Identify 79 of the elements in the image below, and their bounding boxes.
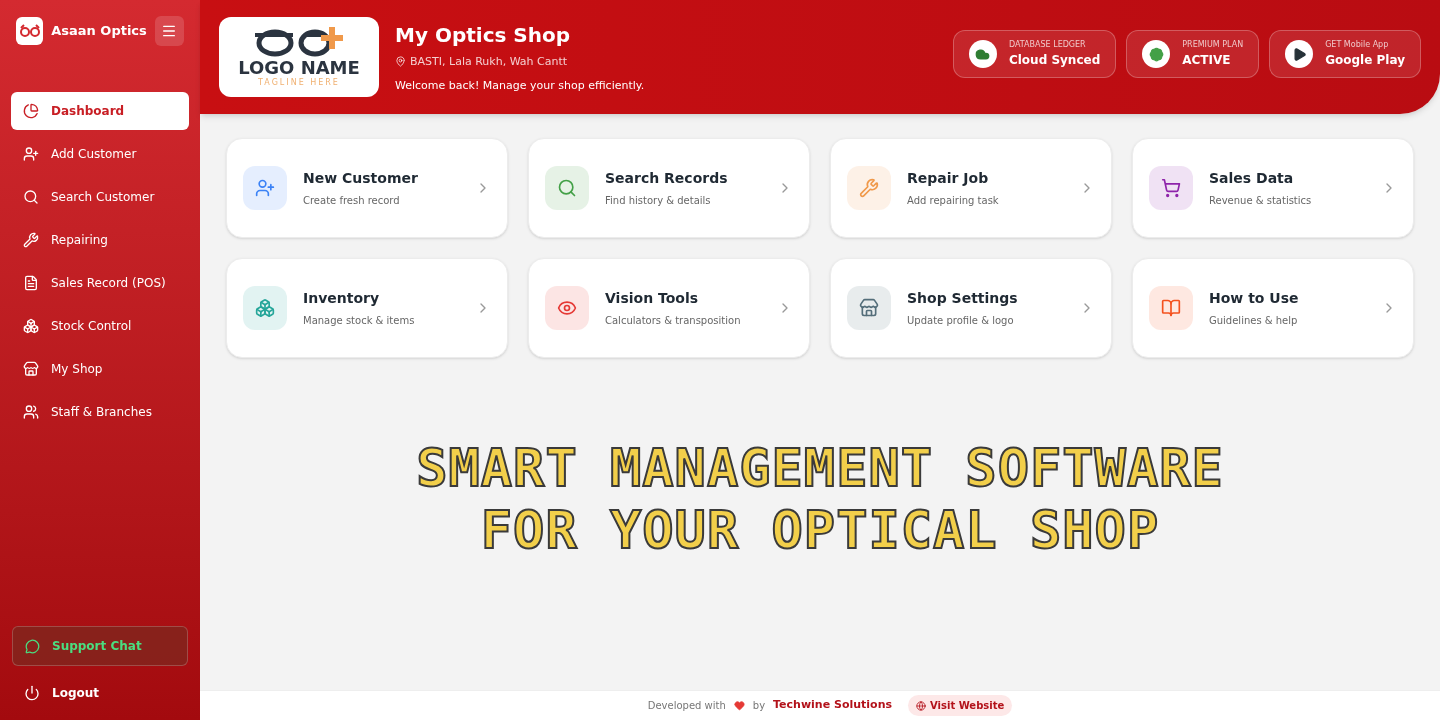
status-badge[interactable]: GET Mobile App Google Play	[1269, 30, 1421, 78]
action-card[interactable]: Sales Data Revenue & statistics	[1132, 138, 1414, 238]
action-card[interactable]: Search Records Find history & details	[528, 138, 810, 238]
nav-item[interactable]: Repairing	[11, 221, 189, 259]
card-title: Search Records	[605, 169, 729, 188]
badge-label: PREMIUM PLAN	[1182, 39, 1244, 51]
promo-headline: FOR YOUR OPTICAL SHOP	[480, 499, 1160, 561]
credit-text: Developed with	[647, 699, 726, 713]
brand-name: Asaan Optics	[51, 22, 147, 41]
card-title: How to Use	[1209, 289, 1300, 308]
menu-button[interactable]	[154, 16, 184, 46]
nav-item[interactable]: Sales Record (POS)	[11, 264, 189, 302]
card-title: New Customer	[303, 169, 419, 188]
card-subtitle: Find history & details	[605, 194, 712, 208]
card-title: Repair Job	[907, 169, 990, 188]
chat-icon	[25, 638, 40, 654]
power-icon	[24, 685, 40, 701]
location-pin-icon	[395, 56, 406, 68]
document-icon	[23, 275, 39, 291]
badge-value: Cloud Synced	[1008, 52, 1101, 69]
wrench-icon	[847, 166, 891, 210]
shop-title: My Optics Shop	[395, 21, 572, 49]
card-subtitle: Calculators & transposition	[605, 314, 742, 328]
nav-item[interactable]: Stock Control	[11, 307, 189, 345]
logo-tagline: TAGLINE HERE	[258, 77, 340, 89]
support-chat-button[interactable]: Support Chat	[12, 626, 188, 666]
boxes-icon	[23, 318, 39, 334]
store-icon	[23, 361, 39, 377]
users-icon	[23, 404, 39, 420]
action-card[interactable]: Repair Job Add repairing task	[830, 138, 1112, 238]
cloud-icon	[968, 40, 997, 68]
card-title: Shop Settings	[907, 289, 1019, 308]
dashboard-icon	[23, 103, 39, 119]
nav-item[interactable]: Staff & Branches	[11, 393, 189, 431]
cart-icon	[1149, 166, 1193, 210]
globe-icon	[916, 700, 927, 711]
card-title: Sales Data	[1209, 169, 1295, 188]
store-icon	[847, 286, 891, 330]
boxes-icon	[243, 286, 287, 330]
nav-item[interactable]: Search Customer	[11, 178, 189, 216]
badge-label: DATABASE LEDGER	[1008, 39, 1087, 51]
card-title: Vision Tools	[605, 289, 700, 308]
action-card[interactable]: Shop Settings Update profile & logo	[830, 258, 1112, 358]
promo-headline: SMART MANAGEMENT SOFTWARE	[416, 437, 1224, 499]
company-name: Techwine Solutions	[773, 697, 893, 714]
action-card[interactable]: New Customer Create fresh record	[226, 138, 508, 238]
wrench-icon	[23, 232, 39, 248]
badge-value: ACTIVE	[1182, 52, 1232, 69]
action-card[interactable]: Inventory Manage stock & items	[226, 258, 508, 358]
add-user-icon	[23, 146, 39, 162]
shop-location: BASTI, Lala Rukh, Wah Cantt	[410, 53, 568, 70]
welcome-text: Welcome back! Manage your shop efficiently.	[395, 78, 646, 94]
card-subtitle: Guidelines & help	[1209, 314, 1299, 328]
play-icon	[1285, 40, 1314, 68]
card-title: Inventory	[303, 289, 381, 308]
logo-name: LOGO NAME	[238, 59, 360, 77]
card-subtitle: Update profile & logo	[907, 314, 1015, 328]
search-icon	[23, 189, 39, 205]
card-subtitle: Create fresh record	[303, 194, 401, 208]
nav-item[interactable]: Dashboard	[11, 92, 189, 130]
eye-icon	[545, 286, 589, 330]
card-subtitle: Revenue & statistics	[1209, 194, 1313, 208]
badge-value: Google Play	[1325, 52, 1405, 69]
search-icon	[545, 166, 589, 210]
add-user-icon	[243, 166, 287, 210]
credit-by: by	[752, 699, 766, 713]
visit-website-link[interactable]: Visit Website	[908, 695, 1013, 716]
logout-button[interactable]: Logout	[12, 674, 188, 712]
glasses-logo-icon	[16, 17, 44, 45]
menu-icon	[161, 23, 178, 39]
action-card[interactable]: How to Use Guidelines & help	[1132, 258, 1414, 358]
reader-icon	[1149, 286, 1193, 330]
nav-item[interactable]: Add Customer	[11, 135, 189, 173]
badge-label: GET Mobile App	[1325, 39, 1390, 51]
nav-item[interactable]: My Shop	[11, 350, 189, 388]
action-card[interactable]: Vision Tools Calculators & transposition	[528, 258, 810, 358]
card-subtitle: Add repairing task	[907, 194, 1000, 208]
heart-icon	[733, 700, 745, 711]
card-subtitle: Manage stock & items	[303, 314, 416, 328]
